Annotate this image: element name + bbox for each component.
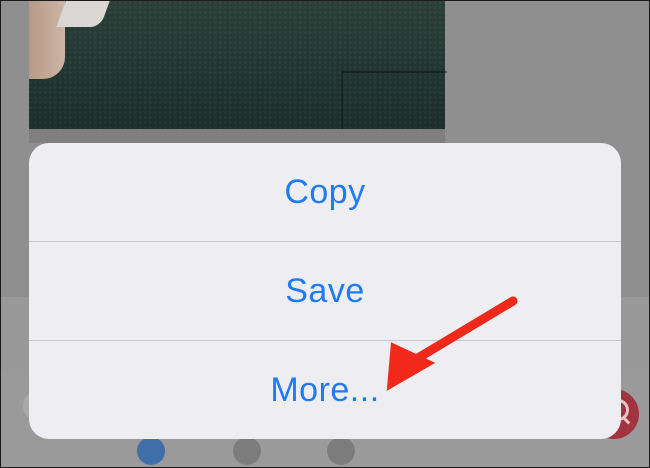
background-app-icon[interactable] xyxy=(233,437,261,465)
background-app-icon[interactable] xyxy=(137,437,165,465)
share-action-menu: Copy Save More... xyxy=(29,143,621,439)
copy-button-label: Copy xyxy=(284,172,366,211)
photo-detail-pocket xyxy=(341,71,447,131)
save-button-label: Save xyxy=(285,271,365,310)
save-button[interactable]: Save xyxy=(29,242,621,340)
annotation-arrow-icon xyxy=(386,296,518,391)
photo-detail-hand xyxy=(29,1,65,79)
screen: Copy Save More... xyxy=(0,0,650,468)
copy-button[interactable]: Copy xyxy=(29,143,621,241)
background-app-icon[interactable] xyxy=(327,437,355,465)
more-button[interactable]: More... xyxy=(29,341,621,439)
photo-divider xyxy=(29,129,445,143)
